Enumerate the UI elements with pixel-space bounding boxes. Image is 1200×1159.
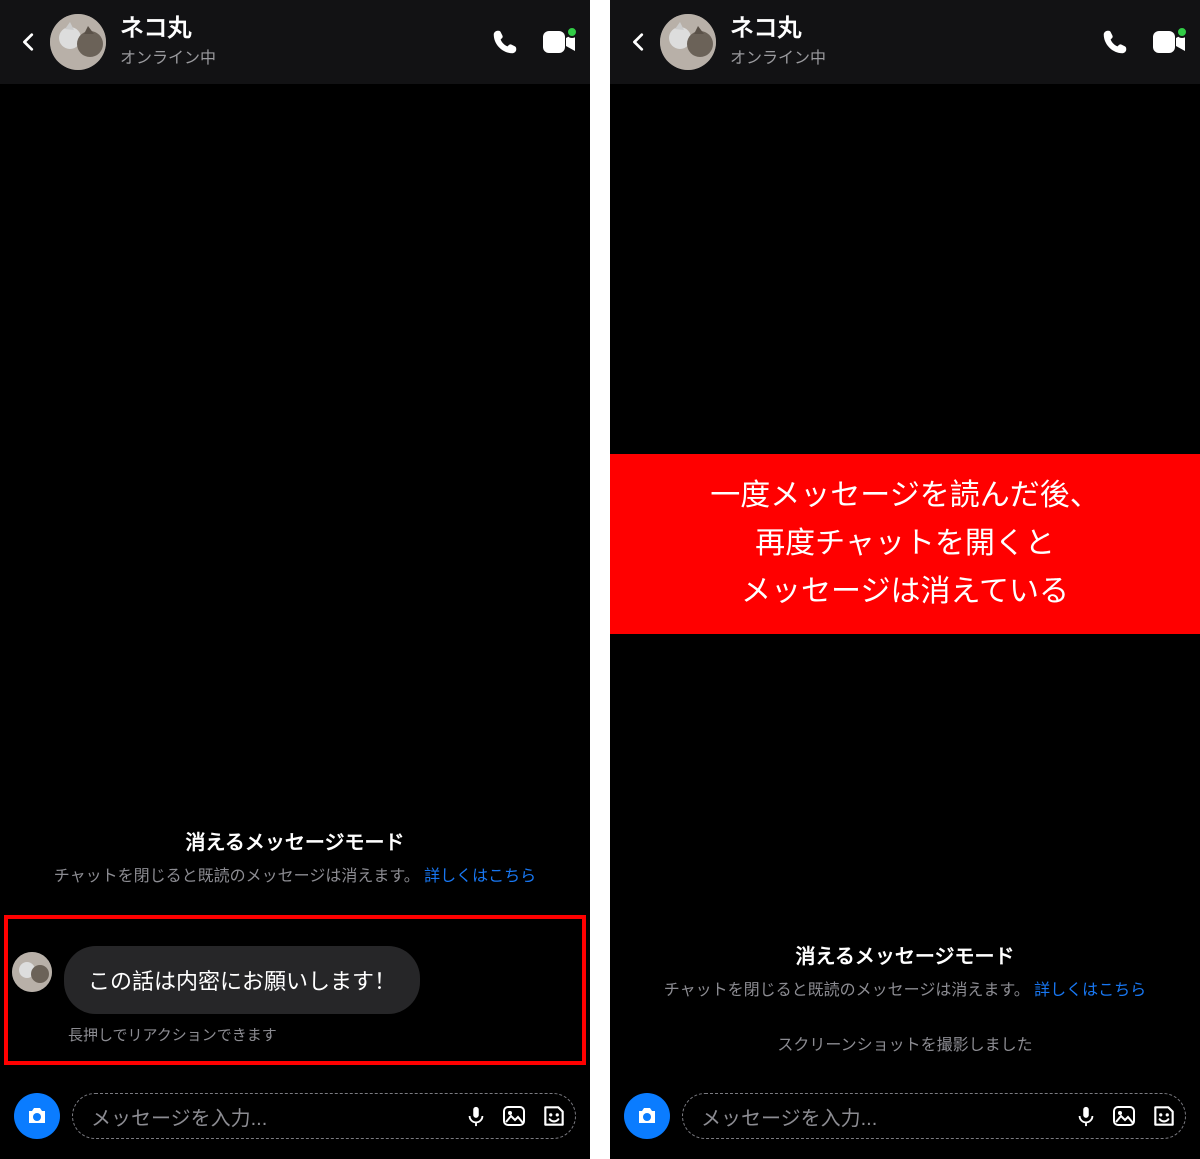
username: ネコ丸 xyxy=(120,16,490,42)
learn-more-link[interactable]: 詳しくはこちら xyxy=(1034,982,1146,999)
chat-header: ネコ丸 オンライン中 xyxy=(610,0,1200,84)
avatar[interactable] xyxy=(660,14,716,70)
video-call-button[interactable] xyxy=(542,28,576,56)
avatar[interactable] xyxy=(50,14,106,70)
call-button[interactable] xyxy=(1100,27,1130,57)
annotation-line-2: 再度チャットを開くと xyxy=(620,520,1190,568)
username: ネコ丸 xyxy=(730,16,1100,42)
header-title: ネコ丸 オンライン中 xyxy=(730,16,1100,68)
camera-button[interactable] xyxy=(624,1093,670,1139)
message-input[interactable]: メッセージを入力... xyxy=(682,1093,1186,1139)
online-status: オンライン中 xyxy=(120,44,490,68)
phone-icon xyxy=(1100,27,1130,57)
input-placeholder: メッセージを入力... xyxy=(91,1102,465,1131)
vanish-mode-title: 消えるメッセージモード xyxy=(610,940,1200,969)
screen-right: ネコ丸 オンライン中 一度メッセージを読んだ後、 再度チャットを開くと メッセー… xyxy=(610,0,1200,1159)
sticker-icon xyxy=(1151,1103,1177,1129)
online-status: オンライン中 xyxy=(730,44,1100,68)
annotation-banner: 一度メッセージを読んだ後、 再度チャットを開くと メッセージは消えている xyxy=(610,454,1200,634)
chevron-left-icon xyxy=(18,25,40,59)
mic-button[interactable] xyxy=(1075,1103,1097,1129)
message-input-bar: メッセージを入力... xyxy=(610,1085,1200,1159)
mic-button[interactable] xyxy=(465,1103,487,1129)
camera-icon xyxy=(635,1104,659,1128)
microphone-icon xyxy=(465,1103,487,1129)
online-dot-icon xyxy=(566,26,578,38)
online-dot-icon xyxy=(1176,26,1188,38)
sticker-button[interactable] xyxy=(541,1103,567,1129)
vanish-mode-description: チャットを閉じると既読のメッセージは消えます。 詳しくはこちら xyxy=(610,979,1200,1003)
sticker-button[interactable] xyxy=(1151,1103,1177,1129)
back-button[interactable] xyxy=(14,25,44,59)
screenshot-notice: スクリーンショットを撮影しました xyxy=(610,1031,1200,1055)
image-button[interactable] xyxy=(501,1104,527,1128)
vanish-mode-info: 消えるメッセージモード チャットを閉じると既読のメッセージは消えます。 詳しくは… xyxy=(0,826,590,889)
sticker-icon xyxy=(541,1103,567,1129)
reaction-hint: 長押しでリアクションできます xyxy=(68,1024,578,1045)
image-icon xyxy=(1111,1104,1137,1128)
message-bubble[interactable]: この話は内密にお願いします！ xyxy=(64,946,420,1014)
image-button[interactable] xyxy=(1111,1104,1137,1128)
header-title: ネコ丸 オンライン中 xyxy=(120,16,490,68)
call-button[interactable] xyxy=(490,27,520,57)
annotation-line-1: 一度メッセージを読んだ後、 xyxy=(620,472,1190,520)
chat-body: 一度メッセージを読んだ後、 再度チャットを開くと メッセージは消えている 消える… xyxy=(610,84,1200,1085)
message-input[interactable]: メッセージを入力... xyxy=(72,1093,576,1139)
image-icon xyxy=(501,1104,527,1128)
screen-left: ネコ丸 オンライン中 消えるメッセージモード チャットを閉じると既読のメッセージ… xyxy=(0,0,590,1159)
learn-more-link[interactable]: 詳しくはこちら xyxy=(424,868,536,885)
vanish-mode-info: 消えるメッセージモード チャットを閉じると既読のメッセージは消えます。 詳しくは… xyxy=(610,940,1200,1003)
chat-header: ネコ丸 オンライン中 xyxy=(0,0,590,84)
camera-button[interactable] xyxy=(14,1093,60,1139)
message-row: この話は内密にお願いします！ 長押しでリアクションできます xyxy=(12,946,578,1045)
vanish-mode-description: チャットを閉じると既読のメッセージは消えます。 詳しくはこちら xyxy=(0,865,590,889)
annotation-line-3: メッセージは消えている xyxy=(620,568,1190,616)
input-placeholder: メッセージを入力... xyxy=(701,1102,1075,1131)
back-button[interactable] xyxy=(624,25,654,59)
chat-body: 消えるメッセージモード チャットを閉じると既読のメッセージは消えます。 詳しくは… xyxy=(0,84,590,1085)
chevron-left-icon xyxy=(628,25,650,59)
microphone-icon xyxy=(1075,1103,1097,1129)
video-call-button[interactable] xyxy=(1152,28,1186,56)
phone-icon xyxy=(490,27,520,57)
message-input-bar: メッセージを入力... xyxy=(0,1085,590,1159)
camera-icon xyxy=(25,1104,49,1128)
vanish-mode-title: 消えるメッセージモード xyxy=(0,826,590,855)
sender-avatar[interactable] xyxy=(12,952,52,992)
